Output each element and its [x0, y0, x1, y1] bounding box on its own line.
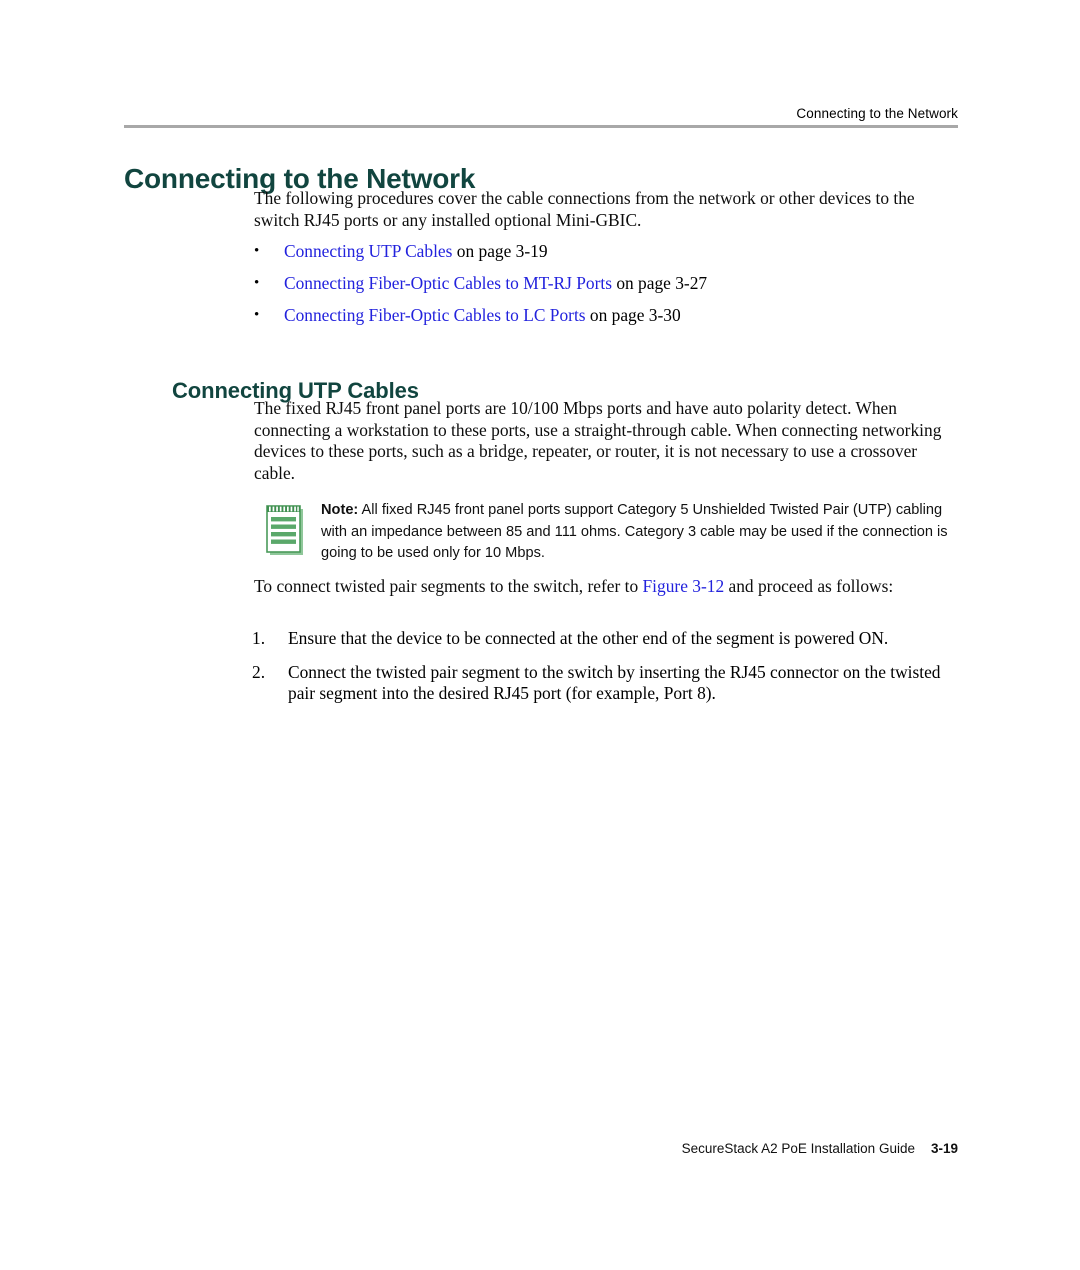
list-item[interactable]: • Connecting Fiber-Optic Cables to LC Po…	[254, 305, 958, 327]
list-item-page-ref: on page 3-27	[611, 273, 708, 293]
header-rule	[124, 125, 958, 128]
link-figure-3-12[interactable]: Figure 3-12	[643, 576, 725, 596]
figure-reference-paragraph: To connect twisted pair segments to the …	[254, 576, 958, 598]
bullet-icon: •	[254, 275, 260, 291]
figure-reference-block: To connect twisted pair segments to the …	[254, 576, 958, 598]
figure-ref-prefix: To connect twisted pair segments to the …	[254, 576, 643, 596]
running-header: Connecting to the Network	[796, 106, 958, 121]
note-callout: Note: All fixed RJ45 front panel ports s…	[263, 500, 963, 565]
bullet-icon: •	[254, 307, 260, 323]
note-label: Note:	[321, 502, 359, 518]
note-body: All fixed RJ45 front panel ports support…	[321, 502, 948, 561]
section-paragraph-block: The fixed RJ45 front panel ports are 10/…	[254, 398, 958, 484]
figure-ref-suffix: and proceed as follows:	[724, 576, 894, 596]
link-connecting-utp-cables[interactable]: Connecting UTP Cables	[284, 241, 452, 261]
step-number: 1.	[252, 628, 266, 648]
list-item-text: Connecting UTP Cables on page 3-19	[284, 241, 958, 263]
list-item[interactable]: • Connecting Fiber-Optic Cables to MT-RJ…	[254, 273, 958, 295]
list-item-text: Connecting Fiber-Optic Cables to MT-RJ P…	[284, 273, 958, 295]
page-footer: SecureStack A2 PoE Installation Guide 3-1…	[124, 1140, 958, 1157]
list-item: 2. Connect the twisted pair segment to t…	[252, 662, 964, 705]
link-connecting-fiber-optic-lc[interactable]: Connecting Fiber-Optic Cables to LC Port…	[284, 305, 586, 325]
document-page: Connecting to the Network Connecting to …	[0, 0, 1080, 1270]
note-pad-icon	[263, 502, 309, 558]
section-paragraph: The fixed RJ45 front panel ports are 10/…	[254, 398, 942, 483]
footer-page-number: 3-19	[930, 1141, 958, 1156]
list-item[interactable]: • Connecting UTP Cables on page 3-19	[254, 241, 958, 263]
step-text: Ensure that the device to be connected a…	[288, 628, 889, 648]
cross-reference-list: • Connecting UTP Cables on page 3-19 • C…	[254, 241, 958, 337]
note-text: Note: All fixed RJ45 front panel ports s…	[321, 500, 963, 565]
link-connecting-fiber-optic-mtrj[interactable]: Connecting Fiber-Optic Cables to MT-RJ P…	[284, 273, 612, 293]
intro-paragraph-block: The following procedures cover the cable…	[254, 188, 958, 231]
footer-guide-title: SecureStack A2 PoE Installation Guide	[681, 1141, 915, 1156]
bullet-icon: •	[254, 243, 260, 259]
list-item-page-ref: on page 3-19	[452, 241, 548, 261]
list-item: 1. Ensure that the device to be connecte…	[252, 628, 964, 650]
list-item-text: Connecting Fiber-Optic Cables to LC Port…	[284, 305, 958, 327]
list-item-page-ref: on page 3-30	[585, 305, 681, 325]
intro-paragraph: The following procedures cover the cable…	[254, 188, 915, 230]
step-text: Connect the twisted pair segment to the …	[288, 661, 941, 704]
procedure-steps: 1. Ensure that the device to be connecte…	[252, 628, 964, 717]
step-number: 2.	[252, 661, 266, 682]
